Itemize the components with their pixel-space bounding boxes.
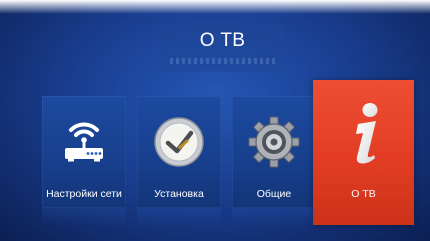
- header-decoration: [170, 58, 275, 64]
- menu-tile-about-tv[interactable]: О ТВ: [313, 80, 414, 225]
- menu-tile-label: Общие: [256, 188, 292, 200]
- tile-reflection: [232, 208, 316, 226]
- menu-tile-label: Настройки сети: [46, 188, 122, 200]
- menu-tile-label: Установка: [154, 188, 204, 200]
- top-glow: [0, 0, 430, 14]
- menu-tile-setup[interactable]: Установка: [137, 96, 221, 208]
- gear-icon: [248, 116, 300, 173]
- menu-tile-network-settings[interactable]: Настройки сети: [42, 96, 126, 208]
- router-icon: [59, 116, 109, 169]
- page-title: О ТВ: [199, 30, 246, 51]
- tile-reflection: [137, 208, 221, 226]
- tile-reflection: [42, 208, 126, 226]
- menu-tile-general[interactable]: Общие: [232, 96, 316, 208]
- info-icon: [342, 102, 386, 171]
- menu-tile-label: О ТВ: [351, 188, 376, 200]
- clock-icon: [153, 116, 205, 173]
